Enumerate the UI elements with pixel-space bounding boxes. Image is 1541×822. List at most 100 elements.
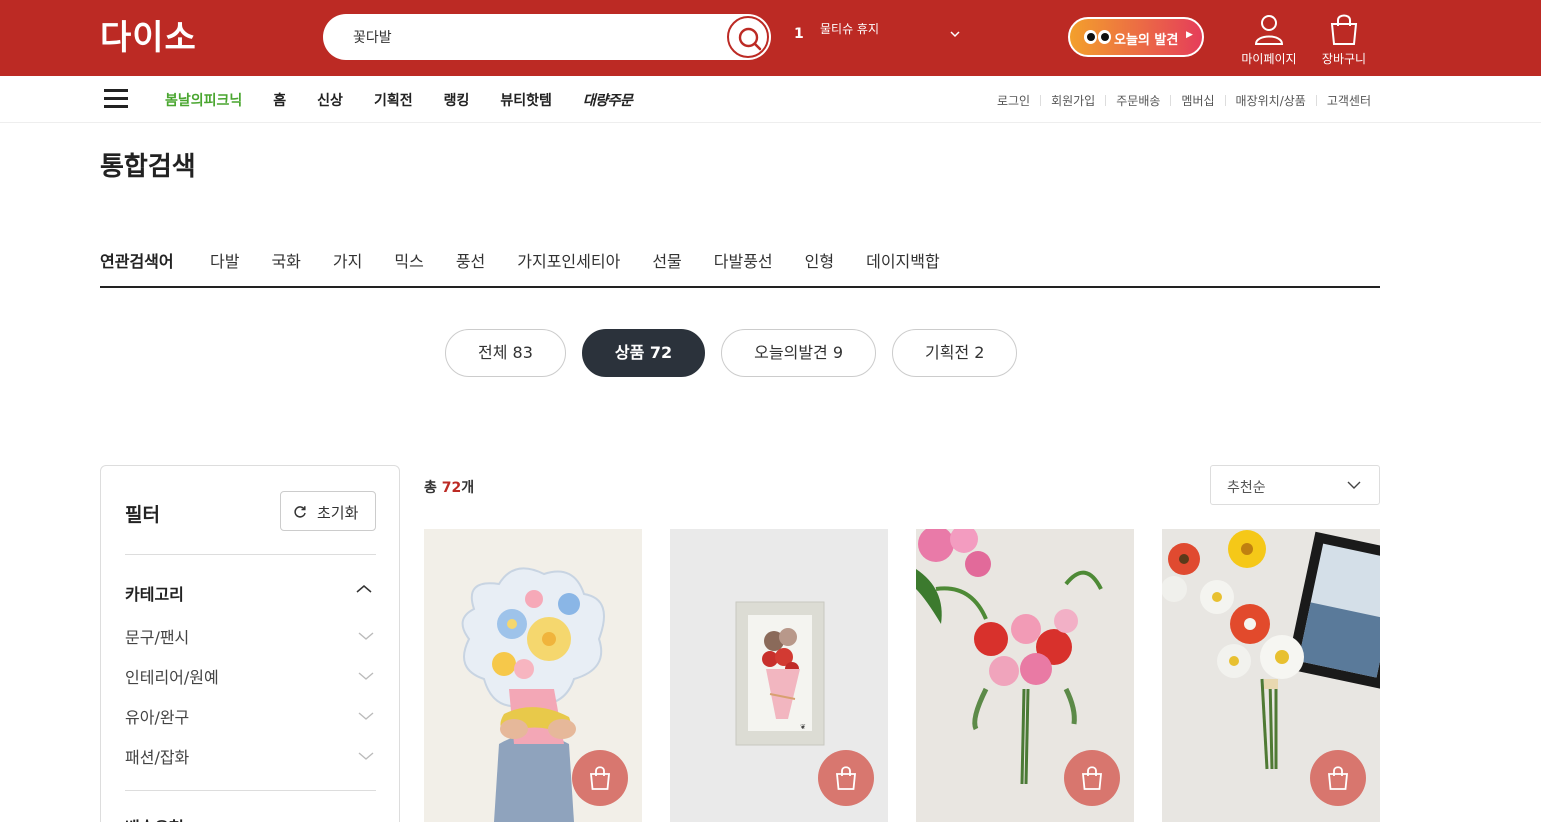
search-icon (738, 27, 762, 51)
divider (1315, 95, 1317, 106)
add-to-cart-button[interactable] (1064, 750, 1120, 806)
related-keyword[interactable]: 선물 (652, 248, 681, 272)
nav-item-ranking[interactable]: 랭킹 (444, 90, 470, 110)
shopping-bag-icon (1082, 766, 1102, 790)
utility-menu: 로그인 회원가입 주문배송 멤버십 매장위치/상품 고객센터 (997, 92, 1371, 109)
sort-label: 추천순 (1227, 480, 1266, 496)
nav-item-promotions[interactable]: 기획전 (374, 90, 413, 110)
related-keyword[interactable]: 가지포인세티아 (517, 248, 620, 272)
trending-keyword[interactable]: 1 물티슈 휴지 (792, 22, 967, 52)
mypage-label: 마이페이지 (1241, 52, 1297, 66)
membership-link[interactable]: 멤버십 (1181, 92, 1214, 109)
related-keywords-list: 다발 국화 가지 믹스 풍선 가지포인세티아 선물 다발풍선 인형 데이지백합 (210, 248, 972, 272)
nav-item-home[interactable]: 홈 (273, 90, 286, 110)
add-to-cart-button[interactable] (818, 750, 874, 806)
store-location-link[interactable]: 매장위치/상품 (1236, 92, 1306, 109)
nav-menu: 봄날의피크닉 홈 신상 기획전 랭킹 뷰티핫템 대량주문 (165, 90, 663, 110)
related-keyword[interactable]: 다발 (210, 248, 239, 272)
divider (125, 554, 376, 555)
category-item[interactable]: 유아/완구 (125, 704, 376, 728)
search-input[interactable] (353, 26, 713, 48)
add-to-cart-button[interactable] (572, 750, 628, 806)
reset-label: 초기화 (317, 504, 359, 522)
today-discovery-label: 오늘의 발견 (1114, 33, 1179, 48)
chevron-down-icon (358, 672, 374, 680)
shopping-bag-icon (1330, 14, 1358, 45)
divider (125, 790, 376, 791)
chevron-down-icon (358, 752, 374, 760)
mypage-button[interactable]: 마이페이지 (1234, 10, 1304, 70)
product-card[interactable] (916, 529, 1134, 822)
category-item[interactable]: 문구/팬시 (125, 624, 376, 648)
main-nav: 봄날의피크닉 홈 신상 기획전 랭킹 뷰티핫템 대량주문 로그인 회원가입 주문… (0, 76, 1541, 123)
top-header: 다이소 1 물티슈 휴지 오늘의 발견 ▶ 마이페이지 (0, 0, 1541, 76)
user-icon (1254, 15, 1284, 45)
tab-all[interactable]: 전체 83 (445, 329, 566, 377)
svg-text:❦: ❦ (800, 723, 806, 731)
trending-rank: 1 (794, 26, 804, 42)
nav-item-new[interactable]: 신상 (317, 90, 343, 110)
related-keyword[interactable]: 국화 (271, 248, 300, 272)
filter-panel: 필터 초기화 카테고리 문구/팬시 인테리어/원예 유아/완구 패션/잡화 배송… (100, 465, 400, 822)
product-card[interactable] (424, 529, 642, 822)
related-keyword[interactable]: 가지 (333, 248, 362, 272)
category-item[interactable]: 패션/잡화 (125, 744, 376, 768)
sort-select[interactable]: 추천순 (1210, 465, 1380, 505)
total-count-number: 72 (441, 480, 462, 496)
shopping-bag-icon (1328, 766, 1348, 790)
category-title: 카테고리 (125, 585, 184, 604)
tab-today-discovery[interactable]: 오늘의발견 9 (721, 329, 877, 377)
chevron-down-icon (358, 712, 374, 720)
cart-button[interactable]: 장바구니 (1309, 10, 1379, 70)
category-item-label: 패션/잡화 (125, 748, 190, 767)
related-keyword[interactable]: 믹스 (394, 248, 423, 272)
tab-promotions[interactable]: 기획전 2 (892, 329, 1018, 377)
daiso-logo[interactable]: 다이소 (100, 18, 197, 58)
product-card[interactable]: ❦ (670, 529, 888, 822)
cart-label: 장바구니 (1321, 52, 1367, 66)
related-keyword[interactable]: 다발풍선 (714, 248, 773, 272)
product-card[interactable] (1162, 529, 1380, 822)
order-delivery-link[interactable]: 주문배송 (1116, 92, 1160, 109)
page-title: 통합검색 (100, 152, 196, 182)
category-item-label: 유아/완구 (125, 708, 190, 727)
divider (1170, 95, 1172, 106)
shopping-bag-icon (590, 766, 610, 790)
search-bar (323, 14, 771, 60)
chevron-down-icon[interactable] (950, 30, 960, 38)
chevron-up-icon[interactable] (356, 584, 372, 594)
filter-title: 필터 (125, 504, 160, 526)
related-keyword[interactable]: 풍선 (456, 248, 485, 272)
eyes-icon (1084, 30, 1112, 44)
trending-text: 물티슈 휴지 (820, 22, 880, 36)
today-discovery-button[interactable]: 오늘의 발견 ▶ (1068, 17, 1204, 57)
signup-link[interactable]: 회원가입 (1051, 92, 1095, 109)
category-item-label: 문구/팬시 (125, 628, 190, 647)
chevron-down-icon (358, 632, 374, 640)
divider (1040, 95, 1042, 106)
divider (1224, 95, 1226, 106)
category-item[interactable]: 인테리어/원예 (125, 664, 376, 688)
nav-item-bulk-order[interactable]: 대량주문 (583, 90, 633, 110)
refresh-icon (294, 506, 306, 518)
reset-filter-button[interactable]: 초기화 (280, 491, 376, 531)
total-count: 총 72개 (424, 480, 475, 496)
related-keyword[interactable]: 인형 (805, 248, 834, 272)
category-item-label: 인테리어/원예 (125, 668, 219, 687)
hamburger-menu-icon[interactable] (104, 89, 128, 109)
shopping-bag-icon (836, 766, 856, 790)
nav-item-beauty[interactable]: 뷰티핫템 (500, 90, 552, 110)
related-keywords-label: 연관검색어 (100, 252, 174, 271)
login-link[interactable]: 로그인 (997, 92, 1030, 109)
related-keywords: 연관검색어 다발 국화 가지 믹스 풍선 가지포인세티아 선물 다발풍선 인형 … (100, 244, 1380, 288)
related-keyword[interactable]: 데이지백합 (866, 248, 940, 272)
add-to-cart-button[interactable] (1310, 750, 1366, 806)
search-button[interactable] (727, 16, 769, 58)
tab-products[interactable]: 상품 72 (581, 329, 706, 377)
divider (1105, 95, 1107, 106)
result-tabs: 전체 83 상품 72 오늘의발견 9 기획전 2 (445, 329, 1033, 377)
shipping-type-title: 배송유형 (125, 814, 184, 822)
customer-center-link[interactable]: 고객센터 (1327, 92, 1371, 109)
chevron-down-icon (1347, 481, 1361, 489)
nav-item-picnic[interactable]: 봄날의피크닉 (165, 90, 242, 110)
